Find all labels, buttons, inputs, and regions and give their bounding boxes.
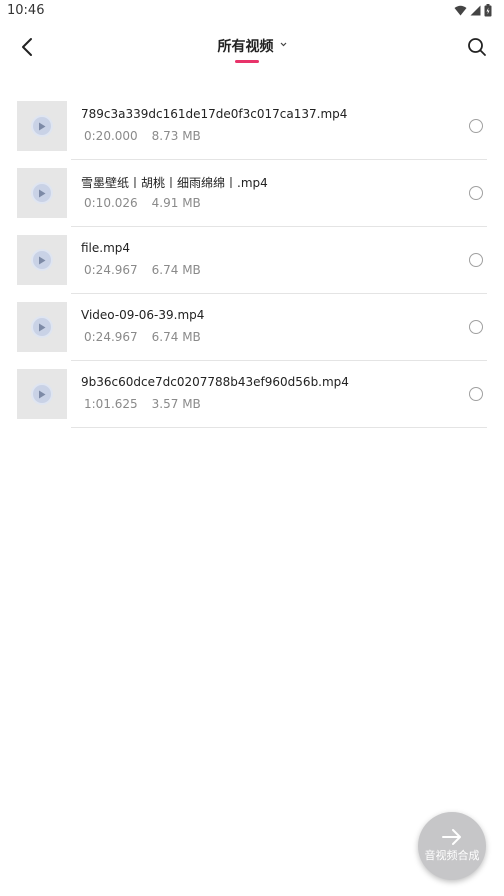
video-size: 3.57 MB xyxy=(151,397,201,411)
video-thumbnail xyxy=(17,369,67,419)
video-name: 9b36c60dce7dc0207788b43ef960d56b.mp4 xyxy=(81,375,349,389)
select-radio[interactable] xyxy=(469,119,483,133)
top-bar: 所有视频 xyxy=(0,22,504,74)
divider xyxy=(71,427,487,428)
video-list-item[interactable]: file.mp4 0:24.967 6.74 MB xyxy=(0,227,504,294)
wifi-icon xyxy=(454,5,467,16)
merge-audio-video-button[interactable]: 音视频合成 xyxy=(418,812,486,880)
video-size: 6.74 MB xyxy=(151,330,201,344)
video-name: 雪墨壁纸丨胡桃丨细雨绵绵丨.mp4 xyxy=(81,176,268,190)
video-size: 4.91 MB xyxy=(151,196,201,210)
video-thumbnail xyxy=(17,235,67,285)
video-thumbnail xyxy=(17,302,67,352)
video-thumbnail xyxy=(17,168,67,218)
search-icon xyxy=(468,38,486,56)
play-icon xyxy=(31,316,53,338)
video-duration: 0:24.967 xyxy=(84,263,138,277)
video-list: 789c3a339dc161de17de0f3c017ca137.mp4 0:20… xyxy=(0,93,504,428)
video-list-item[interactable]: 9b36c60dce7dc0207788b43ef960d56b.mp4 1:01… xyxy=(0,361,504,428)
video-list-item[interactable]: 雪墨壁纸丨胡桃丨细雨绵绵丨.mp4 0:10.026 4.91 MB xyxy=(0,160,504,227)
play-icon xyxy=(31,383,53,405)
status-icons xyxy=(454,4,492,17)
video-meta: 0:20.000 8.73 MB xyxy=(84,129,201,143)
video-duration: 0:24.967 xyxy=(84,330,138,344)
select-radio[interactable] xyxy=(469,320,483,334)
status-bar: 10:46 xyxy=(0,0,504,22)
video-meta: 1:01.625 3.57 MB xyxy=(84,397,201,411)
chevron-down-icon xyxy=(280,42,286,47)
video-list-item[interactable]: 789c3a339dc161de17de0f3c017ca137.mp4 0:20… xyxy=(0,93,504,160)
play-icon xyxy=(31,182,53,204)
title-underline xyxy=(235,60,259,63)
status-time: 10:46 xyxy=(7,3,45,18)
fab-label: 音视频合成 xyxy=(424,849,480,862)
select-radio[interactable] xyxy=(469,387,483,401)
video-thumbnail xyxy=(17,101,67,151)
select-radio[interactable] xyxy=(469,186,483,200)
page-title: 所有视频 xyxy=(217,39,274,55)
video-meta: 0:24.967 6.74 MB xyxy=(84,330,201,344)
video-list-item[interactable]: Video-09-06-39.mp4 0:24.967 6.74 MB xyxy=(0,294,504,361)
video-name: 789c3a339dc161de17de0f3c017ca137.mp4 xyxy=(81,107,348,121)
title-dropdown[interactable]: 所有视频 xyxy=(0,36,504,56)
video-size: 6.74 MB xyxy=(151,263,201,277)
arrow-right-icon xyxy=(442,829,461,845)
play-icon xyxy=(31,115,53,137)
search-button[interactable] xyxy=(464,34,490,60)
video-duration: 0:10.026 xyxy=(84,196,138,210)
play-icon xyxy=(31,249,53,271)
video-name: file.mp4 xyxy=(81,241,131,255)
video-duration: 1:01.625 xyxy=(84,397,138,411)
battery-icon xyxy=(484,4,492,17)
signal-icon xyxy=(470,5,481,16)
select-radio[interactable] xyxy=(469,253,483,267)
video-name: Video-09-06-39.mp4 xyxy=(81,308,205,322)
video-meta: 0:24.967 6.74 MB xyxy=(84,263,201,277)
video-duration: 0:20.000 xyxy=(84,129,138,143)
video-meta: 0:10.026 4.91 MB xyxy=(84,196,201,210)
video-size: 8.73 MB xyxy=(151,129,201,143)
